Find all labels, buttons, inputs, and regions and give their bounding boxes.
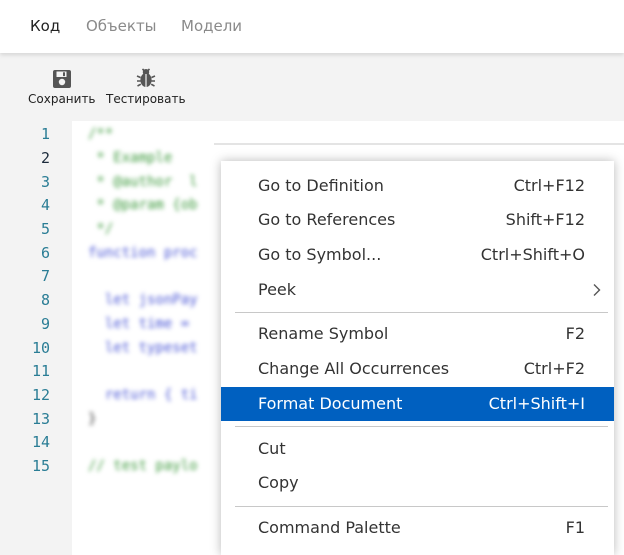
menu-item-go-to-definition[interactable]: Go to Definition Ctrl+F12: [221, 169, 614, 203]
menu-item-shortcut: F1: [565, 518, 585, 537]
menu-item-format-document[interactable]: Format Document Ctrl+Shift+I: [221, 387, 614, 421]
code-line: // test paylo: [88, 458, 198, 474]
test-button[interactable]: Тестировать: [104, 55, 188, 115]
line-number: 13: [31, 410, 50, 428]
line-number: 12: [31, 386, 50, 404]
save-button[interactable]: Сохранить: [22, 55, 100, 115]
line-number: 4: [40, 196, 50, 214]
line-number: 14: [31, 433, 50, 451]
menu-item-label: Go to Definition: [258, 176, 384, 195]
menu-item-label: Go to Symbol...: [258, 245, 382, 264]
code-line: /**: [88, 126, 114, 142]
line-number: 15: [31, 457, 50, 475]
tab-objects[interactable]: Объекты: [86, 17, 157, 35]
menu-item-shortcut: Shift+F12: [505, 210, 585, 229]
menu-separator: [235, 426, 608, 427]
tab-bar: Код Объекты Модели: [0, 0, 624, 53]
code-line: return { ti: [88, 387, 198, 403]
menu-item-cut[interactable]: Cut: [221, 432, 614, 466]
menu-separator: [235, 506, 608, 507]
line-number-gutter: 1 2 3 4 5 6 7 8 9 10 11 12 13 14 15: [0, 121, 72, 555]
save-label: Сохранить: [28, 92, 96, 106]
menu-item-peek[interactable]: Peek: [221, 273, 614, 307]
line-number: 1: [40, 125, 50, 143]
code-line: */: [88, 221, 114, 237]
line-number: 6: [40, 244, 50, 262]
code-line: * @param {ob: [88, 197, 198, 213]
save-icon: [53, 70, 71, 88]
chevron-right-icon: [593, 284, 601, 296]
line-number: 2: [40, 149, 50, 167]
menu-item-label: Command Palette: [258, 518, 401, 537]
line-number: 10: [31, 339, 50, 357]
menu-item-shortcut: Ctrl+F2: [523, 359, 585, 378]
menu-item-rename-symbol[interactable]: Rename Symbol F2: [221, 317, 614, 351]
tab-models[interactable]: Модели: [181, 17, 242, 35]
line-number: 3: [40, 173, 50, 191]
menu-item-go-to-references[interactable]: Go to References Shift+F12: [221, 203, 614, 237]
code-line: let typeset: [88, 340, 198, 356]
bug-icon: [136, 68, 156, 87]
menu-item-label: Peek: [258, 280, 297, 299]
menu-item-label: Copy: [258, 473, 299, 492]
menu-item-shortcut: Ctrl+F12: [513, 176, 585, 195]
menu-item-copy[interactable]: Copy: [221, 466, 614, 500]
line-number: 11: [31, 362, 50, 380]
menu-separator: [235, 312, 608, 313]
context-menu: Go to Definition Ctrl+F12 Go to Referenc…: [221, 161, 614, 555]
line-number: 7: [40, 267, 50, 285]
menu-item-label: Format Document: [258, 394, 403, 413]
test-label: Тестировать: [106, 92, 186, 106]
menu-item-change-all-occurrences[interactable]: Change All Occurrences Ctrl+F2: [221, 352, 614, 386]
tab-code[interactable]: Код: [30, 17, 60, 35]
code-line: * Example: [88, 150, 173, 166]
code-line: function proc: [88, 245, 198, 261]
line-number: 5: [40, 220, 50, 238]
line-number: 9: [40, 315, 50, 333]
menu-item-label: Cut: [258, 439, 286, 458]
menu-item-command-palette[interactable]: Command Palette F1: [221, 511, 614, 545]
code-line: }: [88, 411, 97, 427]
code-line: * @author l: [88, 174, 198, 190]
code-line: let time =: [88, 316, 198, 332]
menu-item-label: Rename Symbol: [258, 324, 389, 343]
menu-item-shortcut: F2: [565, 324, 585, 343]
line-number: 8: [40, 291, 50, 309]
menu-item-shortcut: Ctrl+Shift+O: [480, 245, 585, 264]
menu-item-label: Go to References: [258, 210, 396, 229]
toolbar: Сохранить Тестировать: [0, 55, 624, 121]
code-line: let jsonPay: [88, 292, 198, 308]
menu-item-shortcut: Ctrl+Shift+I: [488, 394, 585, 413]
menu-item-label: Change All Occurrences: [258, 359, 450, 378]
menu-item-go-to-symbol[interactable]: Go to Symbol... Ctrl+Shift+O: [221, 238, 614, 272]
